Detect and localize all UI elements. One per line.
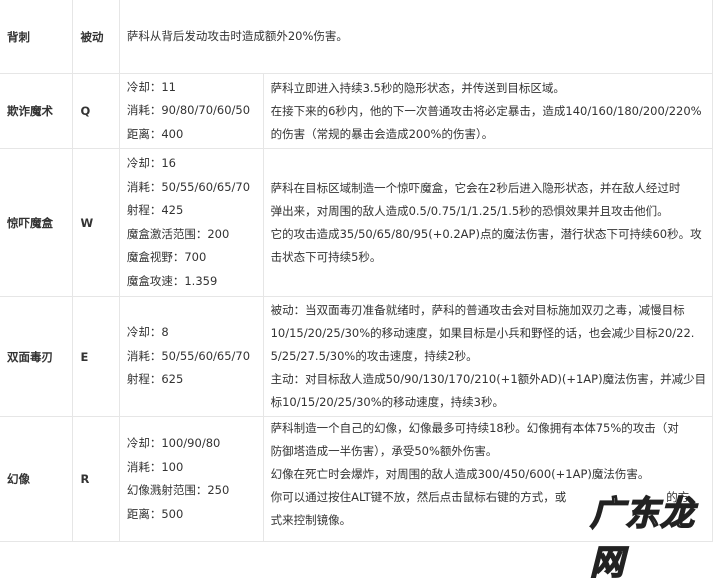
desc-line: 标10/15/20/25/30%的移动速度，持续3秒。: [270, 395, 504, 409]
desc-line: 被动：当双面毒刃准备就绪时，萨科的普通攻击会对目标施加双刃之毒，减慢目标: [270, 303, 685, 317]
stat: 消耗：50/55/60/65/70: [126, 179, 251, 194]
skill-desc: 萨科立即进入持续3.5秒的隐形状态，并传送到目标区域。 在接下来的6秒内，他的下…: [262, 73, 714, 149]
skill-key: 被动: [72, 0, 120, 74]
desc-line: 幻像在死亡时会爆炸，对周围的敌人造成300/450/600(+1AP)魔法伤害。: [270, 467, 650, 481]
stat: 冷却：11: [126, 79, 176, 94]
skill-name: 惊吓魔盒: [0, 148, 74, 297]
skill-name: 欺诈魔术: [0, 73, 74, 149]
skill-desc: 萨科在目标区域制造一个惊吓魔盒，它会在2秒后进入隐形状态，并在敌人经过时 弹出来…: [262, 148, 714, 297]
desc-line: 弹出来，对周围的敌人造成0.5/0.75/1/1.25/1.5秒的恐惧效果并且攻…: [270, 203, 669, 218]
skill-key: R: [72, 416, 120, 542]
skill-name: 双面毒刃: [0, 296, 74, 417]
stat: 幻像溅射范围：250: [126, 483, 230, 497]
stat: 冷却：16: [126, 156, 176, 170]
skill-name: 背刺: [0, 0, 74, 74]
stat: 距离：400: [126, 126, 184, 141]
stat: 消耗：90/80/70/60/50: [126, 103, 251, 118]
stat: 距离：500: [126, 506, 184, 521]
skill-row-q: 欺诈魔术 Q 冷却：11 消耗：90/80/70/60/50 距离：400 萨科…: [0, 73, 714, 149]
stat: 消耗：100: [126, 459, 184, 474]
desc-line: 防御塔造成一半伤害），承受50%额外伤害。: [270, 444, 498, 458]
skill-key: W: [72, 148, 120, 297]
skill-desc: 被动：当双面毒刃准备就绪时，萨科的普通攻击会对目标施加双刃之毒，减慢目标 10/…: [262, 296, 714, 417]
desc-line: 它的攻击造成35/50/65/80/95(+0.2AP)点的魔法伤害，潜行状态下…: [270, 226, 702, 241]
desc-line: 在接下来的6秒内，他的下一次普通攻击将必定暴击，造成140/160/180/20…: [270, 103, 702, 118]
desc-line: 主动：对目标敌人造成50/90/130/170/210(+1额外AD)(+1AP…: [270, 372, 707, 386]
stat: 射程：625: [126, 372, 184, 387]
desc-line: 5/25/27.5/30%的攻击速度，持续2秒。: [270, 349, 478, 363]
skill-stats: 冷却：16 消耗：50/55/60/65/70 射程：425 魔盒激活范围：20…: [118, 148, 264, 297]
skill-row-passive: 背刺 被动 萨科从背后发动攻击时造成额外20%伤害。: [0, 0, 714, 74]
stat: 射程：425: [126, 203, 184, 217]
desc-part: 你可以通过按住ALT键不放，然后点击鼠标右键的方式，或: [270, 490, 567, 504]
skill-stats: 冷却：8 消耗：50/55/60/65/70 射程：625: [118, 296, 264, 417]
skill-stats: 冷却：11 消耗：90/80/70/60/50 距离：400: [118, 73, 264, 149]
watermark-logo: 广东龙网: [589, 493, 695, 584]
desc-line: 击状态下可持续5秒。: [270, 249, 382, 264]
stat: 冷却：8: [126, 325, 169, 340]
stat: 消耗：50/55/60/65/70: [126, 348, 251, 363]
desc-line: 萨科在目标区域制造一个惊吓魔盒，它会在2秒后进入隐形状态，并在敌人经过时: [270, 180, 681, 195]
desc-line: 萨科立即进入持续3.5秒的隐形状态，并传送到目标区域。: [270, 80, 565, 95]
skills-table: 背刺 被动 萨科从背后发动攻击时造成额外20%伤害。 欺诈魔术 Q 冷却：11 …: [0, 0, 714, 542]
desc-line: 萨科制造一个自己的幻像，幻像最多可持续18秒。幻像拥有本体75%的攻击（对: [270, 421, 679, 435]
stat: 魔盒视野：700: [126, 250, 207, 264]
stat: 魔盒激活范围：200: [126, 226, 230, 241]
desc-line: 萨科从背后发动攻击时造成额外20%伤害。: [126, 29, 348, 43]
stat: 冷却：100/90/80: [126, 436, 221, 450]
skill-key: E: [72, 296, 120, 417]
desc-line: 的伤害（常规的暴击会造成200%的伤害）。: [270, 126, 494, 141]
skill-row-w: 惊吓魔盒 W 冷却：16 消耗：50/55/60/65/70 射程：425 魔盒…: [0, 148, 714, 297]
skill-desc: 萨科从背后发动攻击时造成额外20%伤害。: [118, 0, 714, 74]
desc-line: 10/15/20/25/30%的移动速度，如果目标是小兵和野怪的话，也会减少目标…: [270, 326, 695, 340]
skill-stats: 冷却：100/90/80 消耗：100 幻像溅射范围：250 距离：500: [118, 416, 264, 542]
skill-name: 幻像: [0, 416, 74, 542]
skill-row-e: 双面毒刃 E 冷却：8 消耗：50/55/60/65/70 射程：625 被动：…: [0, 296, 714, 417]
stat: 魔盒攻速：1.359: [126, 273, 218, 288]
skill-key: Q: [72, 73, 120, 149]
